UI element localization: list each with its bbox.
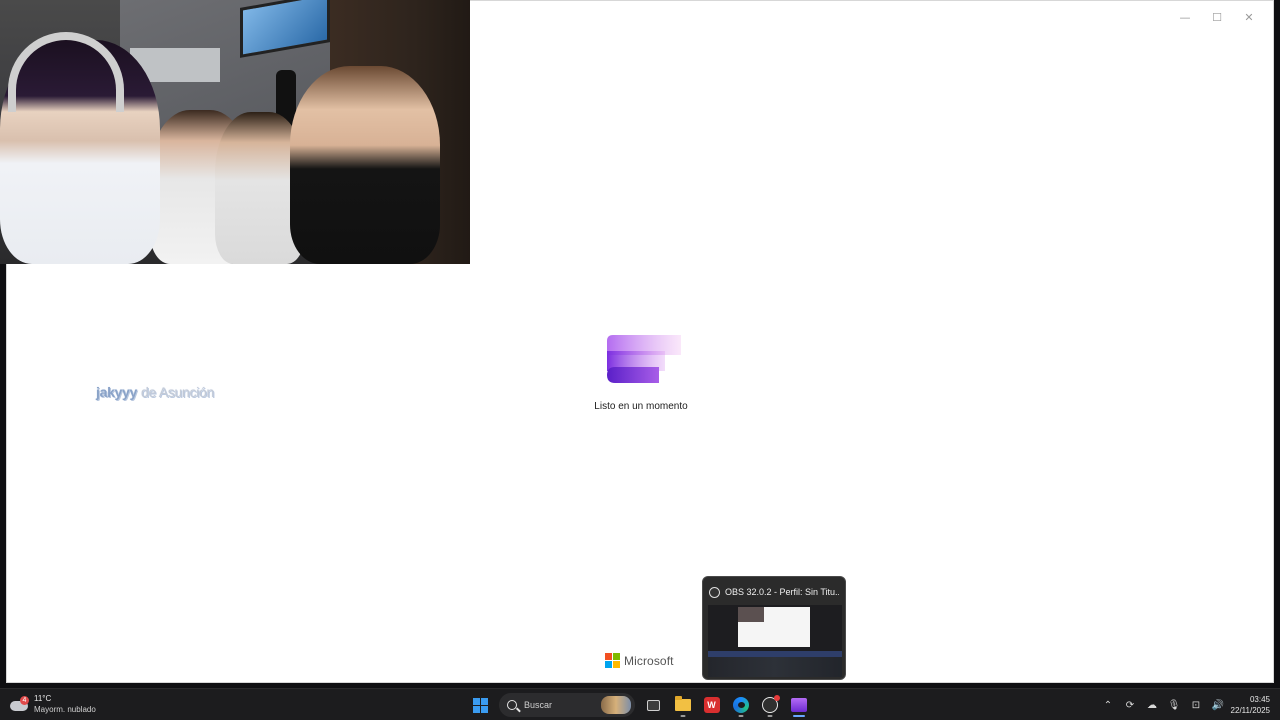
running-indicator: [680, 715, 685, 717]
clock-time: 03:45: [1249, 695, 1270, 704]
clipchamp-icon: [790, 698, 807, 712]
system-tray: ⌃ ⟳ ☁ 🎙 ⊡ 🔊: [1098, 692, 1228, 718]
clock-date: 22/11/2025: [1230, 706, 1270, 715]
window-controls: — ☐ ✕: [1169, 7, 1265, 27]
clipchamp-button[interactable]: [784, 692, 813, 718]
taskbar-search[interactable]: Buscar: [499, 693, 635, 717]
microsoft-logo-icon: [605, 653, 620, 668]
wps-office-button[interactable]: W: [697, 692, 726, 718]
weather-temperature: 11°C: [34, 694, 52, 703]
obs-studio-icon: [761, 695, 780, 713]
weather-widget[interactable]: 4 11°C Mayorm. nublado: [10, 693, 96, 715]
microsoft-wordmark: Microsoft: [624, 653, 674, 668]
running-indicator: [738, 715, 743, 717]
obs-icon: [709, 586, 720, 598]
task-view-button[interactable]: [639, 692, 668, 718]
onedrive-cloud-icon[interactable]: ☁: [1142, 692, 1162, 718]
task-view-icon: [647, 699, 660, 711]
search-highlight-image: [601, 696, 631, 714]
loading-text: Listo en un momento: [594, 401, 688, 412]
chevron-up-icon[interactable]: ⌃: [1098, 692, 1118, 718]
streamer-name: jakyyy: [96, 384, 138, 400]
microsoft-brand: Microsoft: [605, 653, 674, 668]
clipchamp-logo-icon: [607, 335, 681, 383]
start-button[interactable]: [466, 692, 495, 718]
obs-button[interactable]: [755, 692, 784, 718]
streamer-location: de Asunción: [141, 384, 215, 400]
running-indicator: [767, 715, 772, 717]
obs-preview-thumbnail[interactable]: [708, 605, 842, 677]
obs-preview-title: OBS 32.0.2 - Perfil: Sin Titu...: [725, 587, 839, 597]
minimize-button[interactable]: —: [1169, 7, 1201, 27]
active-indicator: [792, 715, 805, 717]
folder-icon: [674, 696, 691, 711]
edge-button[interactable]: [726, 692, 755, 718]
search-icon: [507, 700, 517, 710]
webcam-overlay: [0, 0, 470, 264]
file-explorer-button[interactable]: [668, 692, 697, 718]
taskbar-apps: Buscar W: [466, 692, 813, 718]
stream-name-overlay: jakyyy de Asunción: [96, 384, 214, 400]
windows-logo-icon: [473, 697, 488, 713]
wps-icon: W: [703, 697, 720, 713]
microphone-icon[interactable]: 🎙: [1164, 692, 1184, 718]
sync-icon[interactable]: ⟳: [1120, 692, 1140, 718]
clock[interactable]: 03:45 22/11/2025: [1231, 694, 1270, 716]
maximize-button[interactable]: ☐: [1201, 7, 1233, 27]
close-button[interactable]: ✕: [1233, 7, 1265, 27]
weather-badge: 4: [20, 696, 29, 705]
search-label: Buscar: [524, 700, 553, 710]
obs-taskbar-preview[interactable]: OBS 32.0.2 - Perfil: Sin Titu...: [702, 576, 846, 680]
taskbar: 4 11°C Mayorm. nublado Buscar W ⌃ ⟳ ☁ 🎙 …: [0, 688, 1280, 720]
network-icon[interactable]: ⊡: [1186, 692, 1206, 718]
cloud-icon: 4: [10, 696, 30, 712]
weather-description: Mayorm. nublado: [34, 705, 96, 714]
edge-icon: [732, 697, 749, 713]
volume-icon[interactable]: 🔊: [1208, 692, 1228, 718]
